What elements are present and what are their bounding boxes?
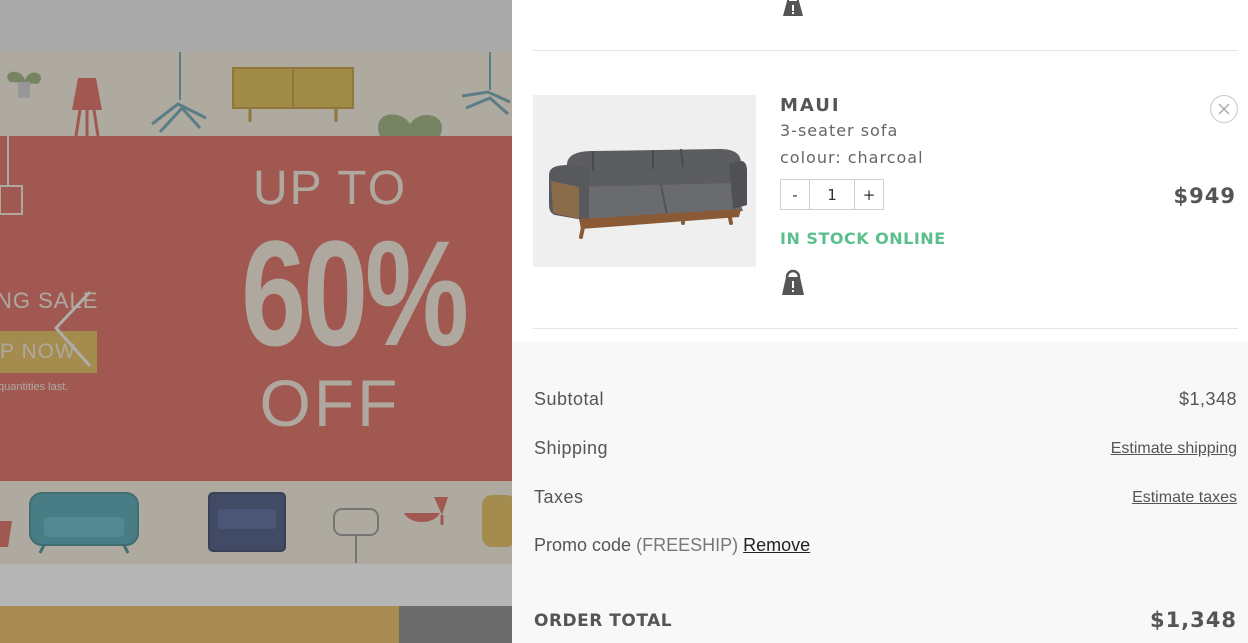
order-summary: Subtotal $1,348 Shipping Estimate shippi… — [512, 342, 1248, 643]
lock-icon — [783, 0, 803, 16]
sofa-illustration — [549, 148, 747, 239]
item-brand: MAUI — [780, 95, 841, 116]
shipping-label: Shipping — [534, 438, 609, 458]
item-divider — [533, 50, 1238, 51]
subtotal-value: $1,348 — [1178, 389, 1237, 409]
modal-overlay[interactable] — [0, 0, 512, 643]
cart-drawer: MAUI 3-seater sofa colour: charcoal - 1 … — [512, 0, 1248, 643]
stock-status: IN STOCK ONLINE — [780, 229, 946, 248]
taxes-label: Taxes — [534, 487, 584, 507]
remove-item-button[interactable] — [1210, 95, 1238, 123]
quantity-increment-button[interactable]: + — [855, 180, 883, 209]
quantity-value[interactable]: 1 — [809, 180, 855, 209]
subtotal-label: Subtotal — [534, 389, 605, 409]
estimate-shipping-link[interactable]: Estimate shipping — [1111, 440, 1237, 458]
promo-code-value: (FREESHIP) — [636, 535, 739, 555]
promo-code-label: Promo code — [534, 535, 632, 555]
quantity-decrement-button[interactable]: - — [781, 180, 809, 209]
promo-code-row: Promo code (FREESHIP) Remove — [534, 535, 810, 556]
sofa-image[interactable] — [533, 95, 756, 267]
estimate-taxes-link[interactable]: Estimate taxes — [1132, 489, 1237, 507]
lock-icon — [782, 269, 804, 295]
item-divider — [533, 328, 1238, 329]
item-price: $949 — [1173, 184, 1236, 208]
quantity-stepper: - 1 + — [780, 179, 884, 210]
order-total-label: ORDER TOTAL — [534, 611, 673, 631]
background-page: UP TO 60% OFF NG SALE P NOW quantities l… — [0, 0, 512, 643]
order-total-value: $1,348 — [1149, 608, 1237, 632]
remove-promo-link[interactable]: Remove — [743, 535, 810, 555]
item-colour: colour: charcoal — [780, 148, 924, 167]
item-product-type: 3-seater sofa — [780, 121, 899, 140]
close-icon — [1218, 103, 1230, 115]
